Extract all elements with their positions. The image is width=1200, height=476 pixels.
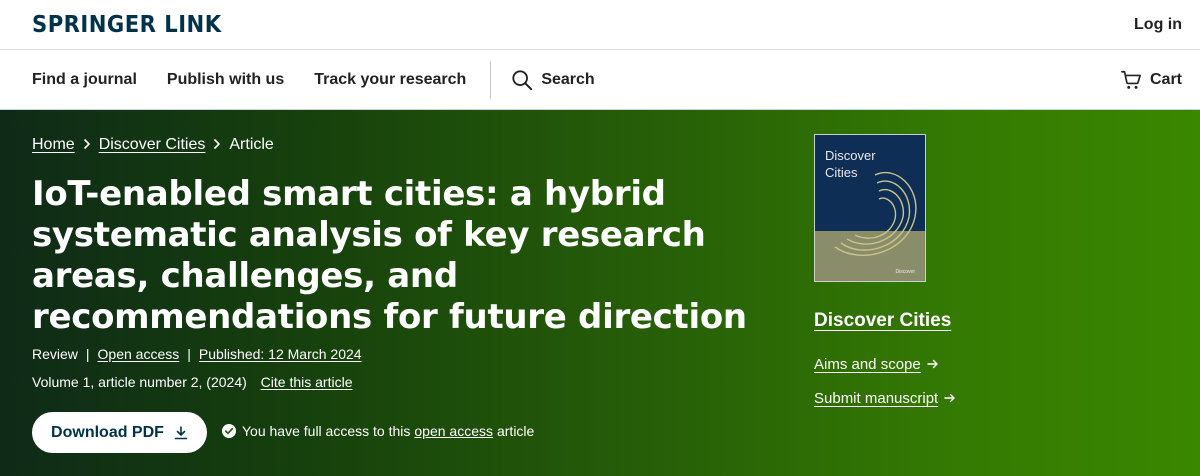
article-meta: Review | Open access | Published: 12 Mar… (32, 346, 362, 362)
journal-cover[interactable]: Discover Cities Discover (814, 134, 926, 282)
breadcrumb: Home Discover Cities Article (32, 136, 274, 154)
cover-title: Discover Cities (825, 147, 876, 181)
nav-track-research[interactable]: Track your research (314, 71, 466, 89)
download-icon (174, 425, 188, 439)
download-pdf-label: Download PDF (51, 423, 164, 441)
check-circle-icon (222, 424, 236, 438)
cart-button[interactable]: Cart (1120, 69, 1182, 91)
springer-link-logo[interactable]: Springer Link (32, 12, 222, 38)
nav-divider (490, 60, 492, 99)
submit-manuscript-link[interactable]: Submit manuscript (814, 390, 956, 407)
meta-separator: | (187, 346, 191, 362)
breadcrumb-journal[interactable]: Discover Cities (99, 136, 206, 154)
arrow-right-icon (927, 356, 939, 373)
cite-article-link[interactable]: Cite this article (261, 374, 353, 390)
access-text-before: You have full access to this (242, 423, 411, 439)
breadcrumb-home[interactable]: Home (32, 136, 75, 154)
breadcrumb-current: Article (229, 136, 274, 153)
article-citation-info: Volume 1, article number 2, (2024) Cite … (32, 374, 352, 390)
top-header: Springer Link Log in (0, 0, 1200, 50)
published-date-link[interactable]: Published: 12 March 2024 (199, 346, 362, 362)
arrow-right-icon (944, 390, 956, 407)
cart-label: Cart (1149, 70, 1182, 88)
chevron-right-icon (213, 137, 221, 153)
aims-and-scope-link[interactable]: Aims and scope (814, 356, 939, 373)
access-open-access-link[interactable]: open access (414, 423, 493, 439)
nav-publish-with-us[interactable]: Publish with us (167, 71, 284, 89)
article-title: IoT-enabled smart cities: a hybrid syste… (32, 174, 747, 337)
cover-title-line1: Discover (825, 148, 876, 163)
journal-name-link[interactable]: Discover Cities (814, 310, 951, 332)
article-type: Review (32, 346, 78, 362)
submit-manuscript-label: Submit manuscript (814, 390, 939, 407)
cover-publisher: Discover (895, 269, 915, 275)
chevron-right-icon (83, 137, 91, 153)
download-pdf-button[interactable]: Download PDF (32, 412, 207, 453)
aims-and-scope-label: Aims and scope (814, 356, 921, 373)
cart-icon (1120, 70, 1141, 89)
login-link[interactable]: Log in (1134, 16, 1182, 34)
access-notice: You have full access to this open access… (222, 423, 534, 439)
nav-find-journal[interactable]: Find a journal (32, 71, 137, 89)
search-icon (512, 69, 533, 90)
open-access-link[interactable]: Open access (98, 346, 180, 362)
search-button[interactable]: Search (511, 69, 595, 91)
meta-separator: | (85, 346, 90, 362)
access-text-after: article (496, 423, 535, 439)
volume-info: Volume 1, article number 2, (2024) (32, 374, 247, 390)
search-label: Search (541, 70, 595, 88)
article-hero: Home Discover Cities Article IoT-enabled… (0, 110, 1200, 476)
main-nav: Find a journal Publish with us Track you… (0, 50, 1200, 110)
cover-title-line2: Cities (825, 165, 858, 180)
